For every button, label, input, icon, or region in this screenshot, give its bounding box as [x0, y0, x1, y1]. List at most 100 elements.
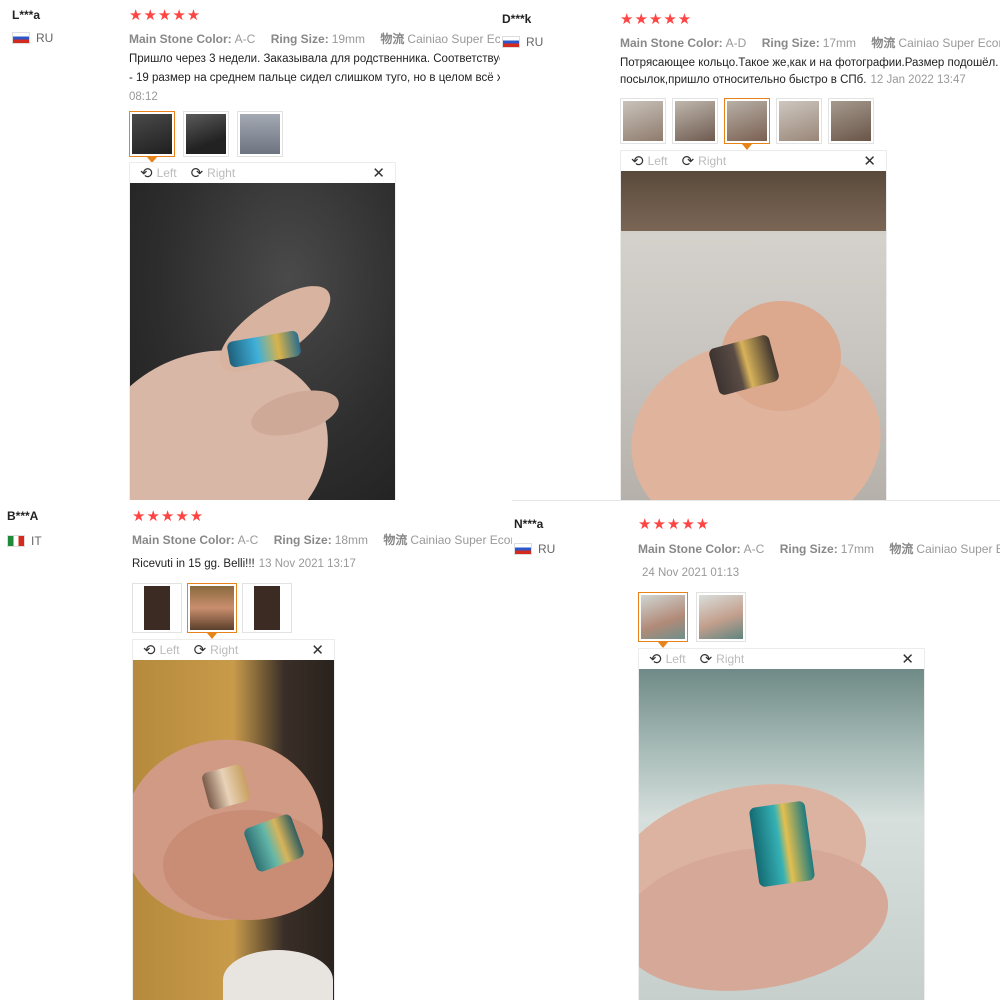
review-text-line: - 19 размер на среднем пальце сидел слиш…	[129, 72, 500, 84]
attr-value: Cainiao Super Economy	[407, 32, 500, 46]
attr-label: 物流	[871, 36, 896, 50]
star-rating: ★★★★★	[132, 508, 205, 525]
reviewer-name: B***A	[7, 509, 39, 523]
review-card: L***a RU ★★★★★ Main Stone Color: A-C Ring…	[0, 0, 500, 500]
reviewer-name: L***a	[12, 8, 41, 22]
reviewer-name: D***k	[502, 12, 532, 26]
close-icon[interactable]: ✕	[901, 650, 914, 668]
rotate-right-button[interactable]: ⟳ Right	[700, 652, 745, 667]
reviewer-country: IT	[7, 534, 42, 548]
review-attributes: Main Stone Color: A-C Ring Size: 19mm 物流 Ca…	[129, 30, 500, 47]
review-photo	[133, 660, 334, 1000]
rotate-right-button[interactable]: ⟳ Right	[682, 154, 727, 169]
image-viewer: ⟲ Left ⟳ Right ✕	[638, 648, 925, 1000]
review-date: 12 Jan 2022 13:47	[870, 74, 966, 86]
photo-table	[621, 171, 886, 231]
thumbnail[interactable]	[638, 592, 688, 648]
rotate-left-button[interactable]: ⟲ Left	[649, 652, 686, 667]
country-code: IT	[31, 534, 42, 548]
rotate-right-icon: ⟳	[699, 650, 713, 668]
thumbnail[interactable]	[183, 111, 229, 157]
attr-label: Ring Size:	[779, 542, 838, 556]
thumbnail-strip	[620, 98, 874, 150]
close-icon[interactable]: ✕	[863, 152, 876, 170]
attr-label: Main Stone Color:	[620, 36, 723, 50]
review-text-line: посылок,пришло относительно быстро в СПб…	[620, 74, 867, 86]
flag-icon	[502, 36, 520, 48]
thumbnail[interactable]	[129, 111, 175, 163]
rotate-right-label: Right	[698, 154, 727, 168]
attr-label: Main Stone Color:	[132, 533, 235, 547]
thumbnail[interactable]	[620, 98, 666, 144]
review-attributes: Main Stone Color: A-D Ring Size: 17mm 物流 Ca…	[620, 34, 1000, 51]
attr-value: 17mm	[840, 542, 875, 556]
thumbnail-strip	[132, 583, 292, 639]
attr-label: Ring Size:	[270, 32, 329, 46]
review-attributes: Main Stone Color: A-C Ring Size: 18mm 物流 Ca…	[132, 531, 512, 548]
close-icon[interactable]: ✕	[372, 164, 385, 182]
thumbnail[interactable]	[828, 98, 874, 144]
review-date: 13 Nov 2021 13:17	[258, 558, 356, 570]
rotate-right-button[interactable]: ⟳ Right	[194, 643, 239, 658]
review-photo	[639, 669, 924, 1000]
rotate-left-button[interactable]: ⟲ Left	[143, 643, 180, 658]
review-date: 24 Nov 2021 01:13	[642, 567, 740, 579]
country-code: RU	[538, 542, 556, 556]
reviewer-country: RU	[502, 35, 543, 49]
review-text-line: Потрясающее кольцо.Такое же,как и на фот…	[620, 57, 1000, 69]
attr-value: Cainiao Super Economy	[410, 533, 512, 547]
reviewer-country: RU	[12, 31, 53, 45]
star-rating: ★★★★★	[129, 7, 202, 24]
thumbnail-strip	[638, 592, 746, 648]
rotate-right-button[interactable]: ⟳ Right	[191, 166, 236, 181]
rotate-left-button[interactable]: ⟲ Left	[140, 166, 177, 181]
rotate-left-button[interactable]: ⟲ Left	[631, 154, 668, 169]
attr-value: A-C	[234, 32, 256, 46]
rotate-left-icon: ⟲	[631, 152, 644, 170]
rotate-left-label: Left	[159, 643, 180, 657]
close-icon[interactable]: ✕	[311, 641, 324, 659]
photo-object	[223, 950, 333, 1000]
attr-label: 物流	[380, 32, 405, 46]
image-viewer: ⟲ Left ⟳ Right ✕	[620, 150, 887, 500]
rotate-left-label: Left	[156, 166, 177, 180]
review-text-line: Ricevuti in 15 gg. Belli!!!	[132, 558, 255, 570]
rotate-right-icon: ⟳	[681, 152, 695, 170]
thumbnail[interactable]	[672, 98, 718, 144]
thumbnail-strip	[129, 111, 283, 163]
attr-label: 物流	[889, 542, 914, 556]
review-photo	[621, 171, 886, 500]
thumbnail[interactable]	[242, 583, 292, 633]
viewer-toolbar: ⟲ Left ⟳ Right ✕	[621, 151, 886, 171]
photo-ring	[748, 800, 816, 888]
rotate-right-label: Right	[716, 652, 745, 666]
review-card: D***k RU ★★★★★ Main Stone Color: A-D Ring…	[500, 0, 1000, 500]
attr-label: Ring Size:	[761, 36, 820, 50]
attr-value: A-C	[237, 533, 259, 547]
rotate-left-icon: ⟲	[143, 641, 156, 659]
thumbnail[interactable]	[237, 111, 283, 157]
thumbnail[interactable]	[724, 98, 770, 150]
viewer-toolbar: ⟲ Left ⟳ Right ✕	[639, 649, 924, 669]
flag-icon	[7, 535, 25, 547]
image-viewer: ⟲ Left ⟳ Right ✕	[129, 162, 396, 500]
thumbnail[interactable]	[776, 98, 822, 144]
rotate-left-label: Left	[647, 154, 668, 168]
attr-label: Main Stone Color:	[638, 542, 741, 556]
attr-value: 17mm	[822, 36, 857, 50]
rotate-right-icon: ⟳	[190, 164, 204, 182]
thumbnail[interactable]	[132, 583, 182, 633]
thumbnail[interactable]	[187, 583, 237, 639]
rotate-left-label: Left	[665, 652, 686, 666]
attr-value: 18mm	[334, 533, 369, 547]
star-rating: ★★★★★	[620, 11, 693, 28]
image-viewer: ⟲ Left ⟳ Right ✕	[132, 639, 335, 1000]
review-text: Ricevuti in 15 gg. Belli!!! 13 Nov 2021 1…	[132, 555, 356, 574]
rotate-right-label: Right	[207, 166, 236, 180]
review-text: Пришло через 3 недели. Заказывала для ро…	[129, 50, 500, 107]
review-text-line: Пришло через 3 недели. Заказывала для ро…	[129, 53, 500, 65]
thumbnail[interactable]	[696, 592, 746, 642]
country-code: RU	[526, 35, 544, 49]
attr-value: A-C	[743, 542, 765, 556]
reviewer-name: N***a	[514, 517, 544, 531]
